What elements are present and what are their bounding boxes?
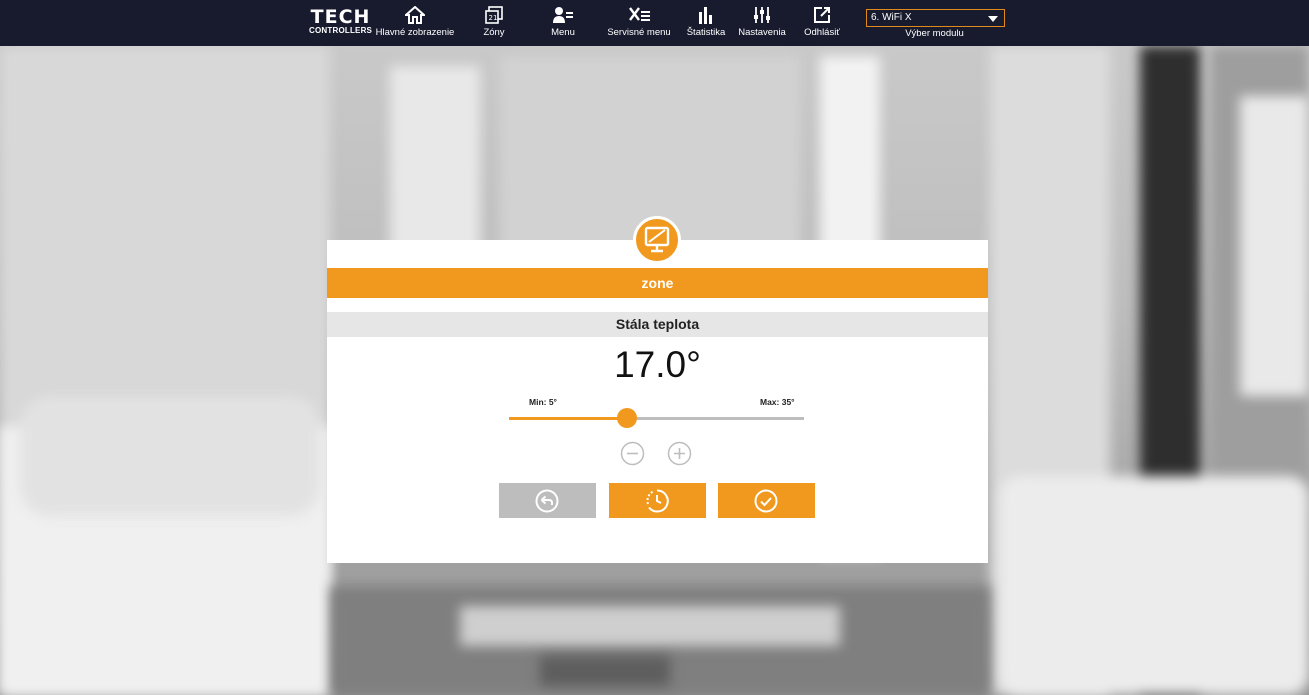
schedule-button[interactable] (609, 483, 706, 518)
mode-title: Stála teplota (327, 312, 988, 337)
nav-item-zones[interactable]: 21 Zóny (476, 6, 512, 38)
service-tools-icon (629, 7, 650, 21)
svg-text:21: 21 (489, 14, 498, 22)
clock-schedule-icon (646, 489, 669, 513)
nav-label: Servisné menu (607, 27, 671, 38)
zones-icon: 21 (485, 6, 503, 24)
zone-icon-badge (633, 216, 681, 264)
temperature-slider[interactable] (509, 408, 804, 428)
nav-item-settings[interactable]: Nastavenia (733, 6, 791, 38)
nav-label: Hlavné zobrazenie (375, 27, 455, 38)
nav-item-statistics[interactable]: Štatistika (686, 6, 726, 38)
nav-label: Nastavenia (738, 27, 786, 38)
monitor-icon (644, 226, 670, 253)
logout-icon (814, 7, 830, 23)
nav-item-menu[interactable]: Menu (545, 6, 581, 38)
back-arrow-icon (535, 489, 559, 513)
module-select-label: Výber modulu (905, 28, 964, 39)
chevron-down-icon (988, 16, 998, 22)
slider-min-label: Min: 5° (529, 397, 557, 407)
zone-temperature-dialog: zone Stála teplota 17.0° Min: 5° Max: 35… (327, 240, 988, 563)
nav-label: Štatistika (686, 27, 726, 38)
brand-name: TECH (310, 6, 371, 28)
module-select[interactable]: 6. WiFi X (866, 9, 1005, 27)
nav-label: Menu (551, 27, 575, 38)
nav-label: Odhlásiť (804, 27, 840, 38)
minus-circle-icon (620, 441, 645, 466)
module-select-value: 6. WiFi X (871, 12, 912, 23)
check-circle-icon (754, 489, 778, 513)
slider-fill (509, 417, 627, 420)
back-button[interactable] (499, 483, 596, 518)
brand-tagline: CONTROLLERS (309, 26, 373, 35)
nav-label: Zóny (483, 27, 505, 38)
user-menu-icon (553, 7, 573, 23)
slider-max-label: Max: 35° (760, 397, 795, 407)
statistics-icon (699, 7, 712, 24)
plus-circle-icon (667, 441, 692, 466)
nav-item-home[interactable]: Hlavné zobrazenie (373, 6, 457, 38)
top-navigation-bar: TECH CONTROLLERS Hlavné zobrazenie 21 Zó… (0, 0, 1309, 46)
home-icon (405, 6, 425, 24)
settings-sliders-icon (754, 7, 770, 23)
temperature-value: 17.0° (614, 344, 701, 385)
increase-button[interactable] (667, 441, 692, 466)
confirm-button[interactable] (718, 483, 815, 518)
nav-item-logout[interactable]: Odhlásiť (802, 6, 842, 38)
decrease-button[interactable] (620, 441, 645, 466)
tech-logo[interactable]: TECH CONTROLLERS (309, 8, 372, 36)
nav-item-service-menu[interactable]: Servisné menu (597, 6, 681, 38)
slider-thumb[interactable] (617, 408, 637, 428)
zone-name-bar: zone (327, 268, 988, 298)
